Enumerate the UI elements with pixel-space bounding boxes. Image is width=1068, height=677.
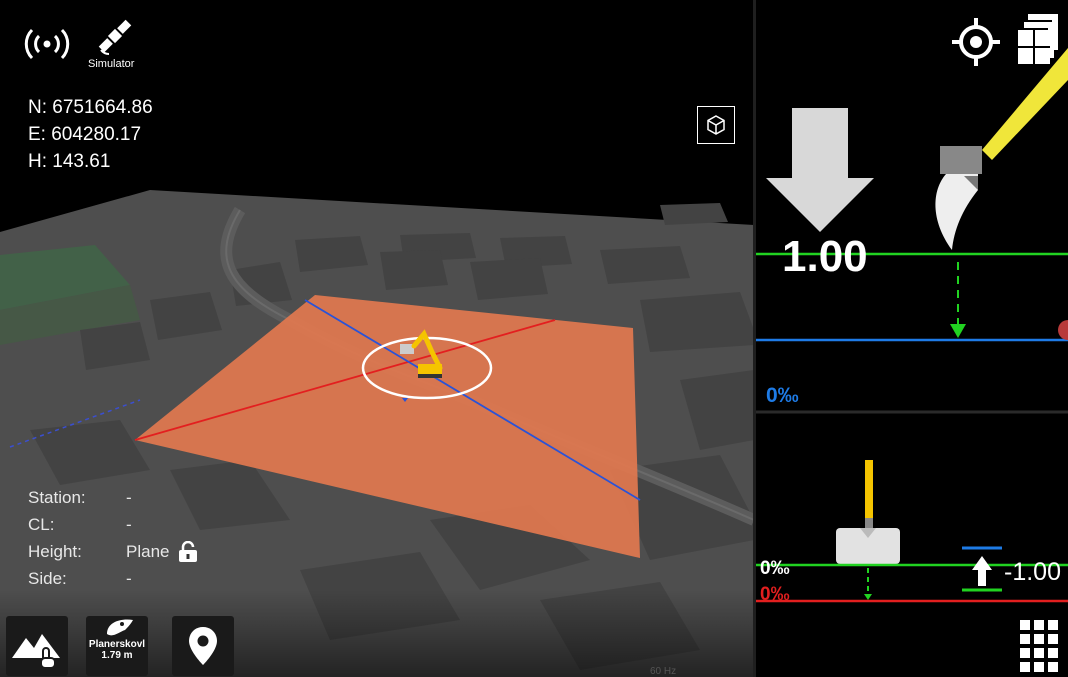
grid-menu-icon[interactable] [1020,620,1058,672]
lock-open-icon[interactable] [177,540,199,563]
up-arrow-icon [972,556,992,586]
blade-mast [865,460,873,518]
station-value: - [126,488,132,507]
map-3d-view[interactable]: Simulator N: 6751664.86 E: 604280.17 H: … [0,0,754,677]
height-value: Plane [126,542,170,561]
signal-icon[interactable] [22,24,72,64]
view-cube-button[interactable] [697,106,735,144]
cl-value: - [126,515,132,534]
side-value: - [126,569,132,588]
laser-beam [982,48,1068,160]
upper-distance-value: 1.00 [782,232,868,281]
station-label: Station: [28,488,86,507]
down-arrow-icon [766,108,874,232]
terrain-touch-icon [12,634,60,669]
bucket-selector-button[interactable]: Planerskovl 1.79 m [86,616,148,676]
bucket-icon [107,619,133,636]
bucket-width: 1.79 m [101,650,133,661]
target-slope-value: 0‰ [760,584,790,605]
guidance-panel: 1.00 0‰ 0‰ 0‰ -1.00 [756,0,1068,677]
lower-distance-value: -1.00 [1004,558,1061,586]
easting: E: 604280.17 [28,124,142,145]
current-slope-value: 0‰ [760,558,790,579]
terrain-touch-button[interactable] [6,616,68,676]
bucket-tip [935,146,982,250]
alignment-info: Station: - CL: - Height: Plane Side: - [28,484,199,592]
layers-icon[interactable] [1016,14,1058,64]
side-label: Side: [28,569,67,588]
height: H: 143.61 [28,151,111,172]
position-readout: N: 6751664.86 E: 604280.17 H: 143.61 [28,94,153,175]
cl-label: CL: [28,515,55,534]
location-pin-icon [189,627,217,665]
edge-marker [1058,320,1068,340]
bucket-name: Planerskovl [88,639,146,650]
upper-slope-value: 0‰ [766,384,799,407]
frequency-label: 60 Hz [650,666,677,677]
view-cube-icon [707,115,725,135]
simulator-label: Simulator [88,58,135,70]
target-icon[interactable] [952,18,1000,66]
satellite-icon[interactable] [93,14,137,58]
northing: N: 6751664.86 [28,97,153,118]
location-button[interactable] [172,616,234,676]
height-label: Height: [28,542,82,561]
